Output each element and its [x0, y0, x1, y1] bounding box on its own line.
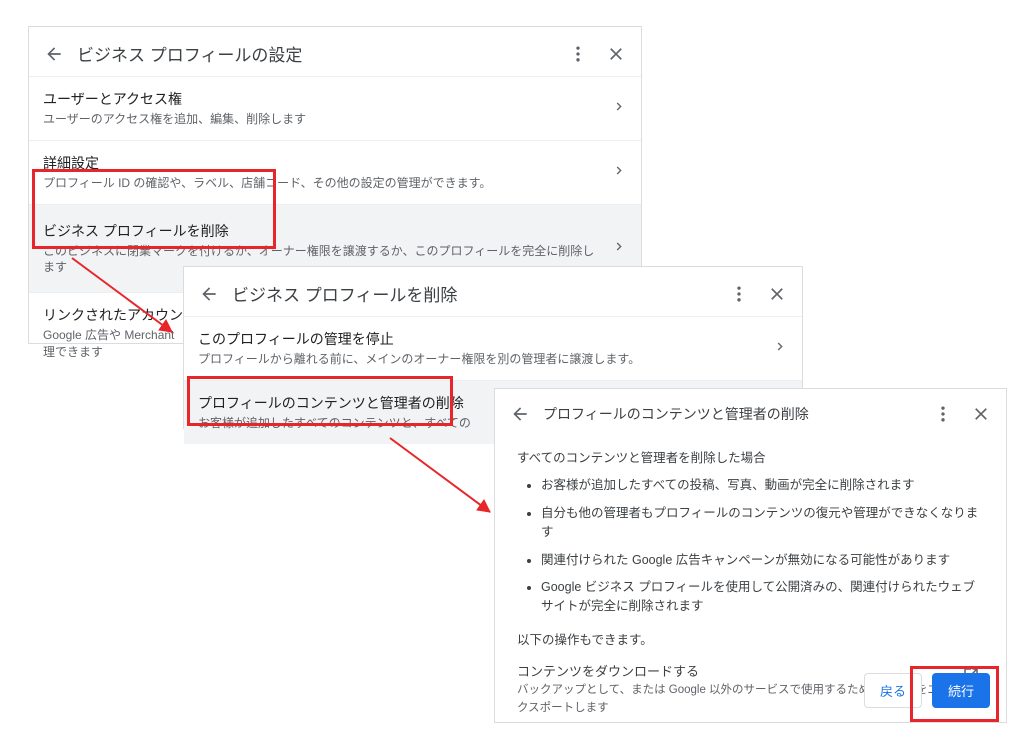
- arrow-icon: [380, 430, 510, 530]
- item-subtitle: ユーザーのアクセス権を追加、編集、削除します: [43, 111, 597, 128]
- more-icon[interactable]: [567, 43, 589, 65]
- item-advanced-settings[interactable]: 詳細設定 プロフィール ID の確認や、ラベル、店舗コード、その他の設定の管理が…: [29, 140, 641, 204]
- more-icon[interactable]: [932, 403, 954, 425]
- back-icon[interactable]: [509, 403, 531, 425]
- bullet: Google ビジネス プロフィールを使用して公開済みの、関連付けられたウェブサ…: [541, 578, 984, 617]
- footer-buttons: 戻る 続行: [864, 673, 990, 708]
- chevron-right-icon: [611, 239, 627, 258]
- continue-button[interactable]: 続行: [932, 673, 990, 708]
- panel-header: ビジネス プロフィールの設定: [29, 27, 641, 76]
- close-icon[interactable]: [605, 43, 627, 65]
- item-subtitle: プロフィールから離れる前に、メインのオーナー権限を別の管理者に譲渡します。: [198, 351, 758, 368]
- arrow-icon: [62, 250, 192, 350]
- item-title: ビジネス プロフィールを削除: [43, 221, 597, 241]
- back-icon[interactable]: [43, 43, 65, 65]
- page-title: ビジネス プロフィールを削除: [232, 281, 728, 306]
- also-note: 以下の操作もできます。: [517, 631, 984, 650]
- delete-confirm-panel: プロフィールのコンテンツと管理者の削除 すべてのコンテンツと管理者を削除した場合…: [494, 388, 1007, 723]
- panel-actions: [932, 403, 992, 425]
- close-icon[interactable]: [766, 283, 788, 305]
- page-title: ビジネス プロフィールの設定: [77, 41, 567, 66]
- chevron-right-icon: [611, 163, 627, 182]
- panel-header: ビジネス プロフィールを削除: [184, 267, 802, 316]
- chevron-right-icon: [772, 339, 788, 358]
- item-stop-managing[interactable]: このプロフィールの管理を停止 プロフィールから離れる前に、メインのオーナー権限を…: [184, 316, 802, 380]
- delete-heading: すべてのコンテンツと管理者を削除した場合: [517, 449, 984, 468]
- panel-actions: [728, 283, 788, 305]
- back-icon[interactable]: [198, 283, 220, 305]
- item-title: このプロフィールの管理を停止: [198, 329, 758, 349]
- item-title: ユーザーとアクセス権: [43, 89, 597, 109]
- item-title: 詳細設定: [43, 153, 597, 173]
- close-icon[interactable]: [970, 403, 992, 425]
- more-icon[interactable]: [728, 283, 750, 305]
- panel-actions: [567, 43, 627, 65]
- page-title: プロフィールのコンテンツと管理者の削除: [543, 404, 932, 424]
- bullet: お客様が追加したすべての投稿、写真、動画が完全に削除されます: [541, 476, 984, 495]
- item-subtitle: プロフィール ID の確認や、ラベル、店舗コード、その他の設定の管理ができます。: [43, 175, 597, 192]
- chevron-right-icon: [611, 99, 627, 118]
- bullet: 自分も他の管理者もプロフィールのコンテンツの復元や管理ができなくなります: [541, 504, 984, 543]
- panel-header: プロフィールのコンテンツと管理者の削除: [495, 389, 1006, 439]
- consequences-list: お客様が追加したすべての投稿、写真、動画が完全に削除されます 自分も他の管理者も…: [517, 476, 984, 616]
- item-users-access[interactable]: ユーザーとアクセス権 ユーザーのアクセス権を追加、編集、削除します: [29, 76, 641, 140]
- bullet: 関連付けられた Google 広告キャンペーンが無効になる可能性があります: [541, 551, 984, 570]
- back-button[interactable]: 戻る: [864, 673, 922, 708]
